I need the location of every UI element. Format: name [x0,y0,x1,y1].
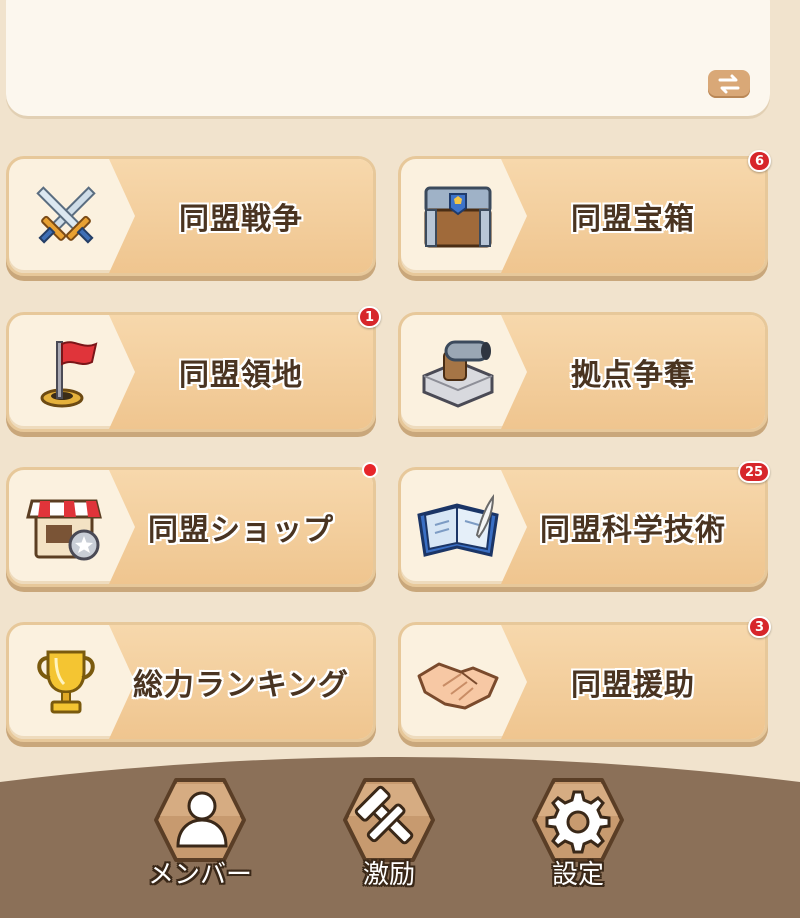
alliance-chest-button[interactable]: 同盟宝箱 [398,156,768,276]
alliance-shop-label: 同盟ショップ [148,513,334,548]
bottom-nav-bar: メンバー 激励 設定 [0,752,800,918]
alliance-territory-button[interactable]: 同盟領地 [6,312,376,432]
shop-icon [23,484,109,570]
blueprint-book-icon [415,484,501,570]
alliance-tech-button[interactable]: 同盟科学技術 [398,467,768,587]
alliance-assist-label: 同盟援助 [571,668,695,703]
crossed-swords-icon [23,173,109,259]
alliance-war-label: 同盟戦争 [179,202,303,237]
alliance-chest-label: 同盟宝箱 [571,202,695,237]
red-flag-icon [23,329,109,415]
stronghold-battle-button[interactable]: 拠点争奪 [398,312,768,432]
swap-arrows-icon [718,74,740,94]
settings-button[interactable]: 設定 [518,772,638,891]
treasure-chest-icon [415,173,501,259]
members-label: メンバー [147,860,252,890]
alliance-assist-badge: 3 [748,616,772,638]
encourage-label: 激励 [362,860,415,890]
chat-panel [6,0,770,116]
alliance-tech-badge: 25 [738,461,771,483]
alliance-chest-badge: 6 [748,150,772,172]
cannon-fort-icon [415,329,501,415]
settings-label: 設定 [551,860,604,890]
total-ranking-button[interactable]: 総力ランキング [6,622,376,742]
alliance-war-button[interactable]: 同盟戦争 [6,156,376,276]
alliance-shop-notification-dot [362,462,378,478]
swap-button[interactable] [708,70,750,98]
handshake-icon [415,639,501,725]
alliance-assist-button[interactable]: 同盟援助 [398,622,768,742]
encourage-button[interactable]: 激励 [329,772,449,891]
alliance-territory-badge: 1 [358,306,382,328]
trophy-icon [23,639,109,725]
total-ranking-label: 総力ランキング [132,668,350,703]
alliance-territory-label: 同盟領地 [179,358,303,393]
alliance-shop-button[interactable]: 同盟ショップ [6,467,376,587]
alliance-tech-label: 同盟科学技術 [540,513,726,548]
members-button[interactable]: メンバー [140,772,260,891]
stronghold-battle-label: 拠点争奪 [571,358,695,393]
